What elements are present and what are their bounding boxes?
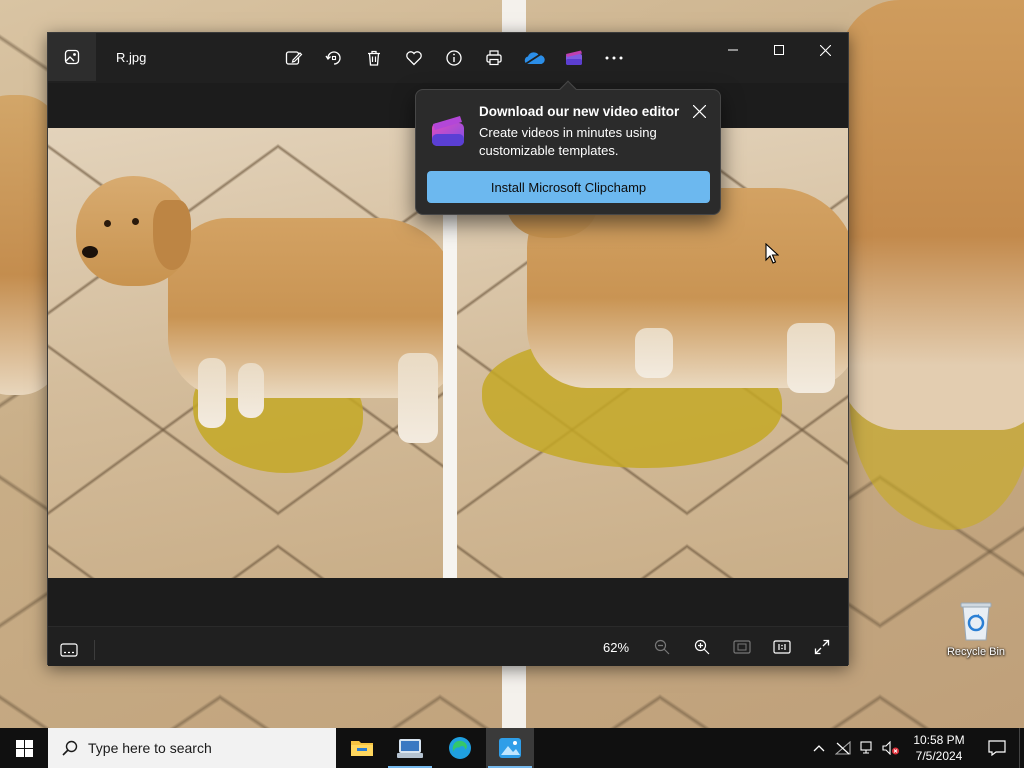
notification-icon: [988, 740, 1006, 756]
clipchamp-teaching-tip: Download our new video editor Create vid…: [415, 80, 721, 215]
onedrive-button[interactable]: [514, 45, 554, 71]
actual-size-button[interactable]: [762, 634, 802, 660]
taskbar-photos[interactable]: [486, 728, 534, 768]
minimize-button[interactable]: [710, 33, 756, 67]
actual-size-icon: [773, 640, 791, 654]
close-icon: [692, 104, 706, 118]
taskbar-file-explorer[interactable]: [338, 728, 386, 768]
action-center-button[interactable]: [975, 728, 1019, 768]
edit-image-icon: [285, 51, 303, 65]
system-tray: 10:58 PM 7/5/2024: [807, 728, 1024, 768]
search-placeholder: Type here to search: [88, 740, 212, 756]
info-button[interactable]: [434, 45, 474, 71]
install-clipchamp-button[interactable]: Install Microsoft Clipchamp: [427, 171, 710, 203]
wallpaper-dog-right: [840, 0, 1024, 430]
tip-close-button[interactable]: [686, 98, 712, 124]
clipchamp-logo-icon: [430, 112, 466, 153]
clipchamp-icon: [566, 50, 582, 65]
onedrive-icon: [524, 52, 545, 65]
status-bar: 62%: [48, 626, 848, 666]
rotate-icon: [325, 51, 341, 65]
status-bar-separator: [94, 640, 95, 660]
full-screen-button[interactable]: [802, 634, 842, 660]
window-controls: [710, 33, 848, 67]
recycle-bin[interactable]: Recycle Bin: [940, 600, 1012, 658]
network-status-button[interactable]: [831, 728, 855, 768]
canvas-bottom-band: [48, 578, 848, 626]
ethernet-button[interactable]: [855, 728, 879, 768]
favorite-button[interactable]: [394, 45, 434, 71]
volume-button[interactable]: [879, 728, 903, 768]
title-bar: R.jpg: [48, 33, 848, 83]
ethernet-icon: [860, 741, 872, 754]
recycle-bin-icon: [958, 600, 994, 642]
zoom-in-button[interactable]: [682, 634, 722, 660]
taskbar-search-box[interactable]: Type here to search: [48, 728, 336, 768]
photos-icon: [499, 738, 521, 758]
tip-title: Download our new video editor: [479, 104, 680, 119]
maximize-icon: [774, 45, 784, 55]
toolbar: [274, 45, 634, 71]
photos-app-button[interactable]: [48, 33, 96, 81]
zoom-level[interactable]: 62%: [596, 640, 636, 655]
close-icon: [819, 44, 831, 56]
start-button[interactable]: [0, 728, 48, 768]
dog-eye-left: [104, 220, 111, 227]
favorite-icon: [406, 51, 422, 66]
zoom-in-icon: [694, 639, 710, 655]
dog-leg-left: [198, 358, 226, 428]
print-button[interactable]: [474, 45, 514, 71]
clock-date: 7/5/2024: [915, 749, 963, 763]
network-icon: [835, 741, 851, 755]
minimize-icon: [728, 49, 738, 51]
dog-eye-left-2: [132, 218, 139, 225]
info-icon: [446, 50, 462, 66]
chevron-up-icon: [813, 745, 825, 752]
print-icon: [486, 50, 502, 66]
pinned-app-icon: [397, 739, 423, 758]
more-button[interactable]: [594, 45, 634, 71]
delete-icon: [368, 50, 380, 66]
tip-body: Create videos in minutes using customiza…: [479, 125, 657, 158]
taskbar-edge[interactable]: [436, 728, 484, 768]
edit-image-button[interactable]: [274, 45, 314, 71]
mouse-cursor-icon: [765, 242, 780, 270]
taskbar-clock[interactable]: 10:58 PM 7/5/2024: [903, 732, 975, 764]
photos-app-icon: [64, 49, 80, 65]
dog-leg-left-2: [238, 363, 264, 418]
show-desktop-button[interactable]: [1019, 728, 1024, 768]
fit-to-window-icon: [733, 640, 751, 654]
maximize-button[interactable]: [756, 33, 802, 67]
dog-leg-right: [635, 328, 673, 378]
file-name: R.jpg: [116, 50, 147, 65]
zoom-out-button[interactable]: [642, 634, 682, 660]
dog-leg-left-3: [398, 353, 438, 443]
zoom-out-icon: [654, 639, 670, 655]
photo-left-panel: [48, 128, 443, 578]
show-hidden-icons-button[interactable]: [807, 728, 831, 768]
file-explorer-icon: [351, 741, 373, 756]
full-screen-icon: [814, 639, 830, 655]
recycle-bin-label: Recycle Bin: [946, 646, 1006, 658]
clock-time: 10:58 PM: [913, 733, 965, 747]
taskbar: Type here to search 10:58 PM 7/5/2024: [0, 728, 1024, 768]
filmstrip-button[interactable]: [58, 637, 80, 663]
dog-nose-left: [82, 246, 98, 258]
volume-muted-icon: [882, 741, 899, 755]
close-button[interactable]: [802, 33, 848, 67]
status-bar-right: 62%: [596, 634, 842, 660]
fit-to-window-button[interactable]: [722, 634, 762, 660]
taskbar-pinned-app[interactable]: [386, 728, 434, 768]
dog-leg-right-2: [787, 323, 835, 393]
dog-ear-left: [153, 200, 191, 270]
edge-icon: [449, 737, 471, 759]
delete-button[interactable]: [354, 45, 394, 71]
search-icon: [62, 740, 78, 756]
rotate-button[interactable]: [314, 45, 354, 71]
more-icon: [605, 56, 623, 60]
filmstrip-icon: [60, 643, 78, 657]
windows-logo-icon: [15, 739, 33, 757]
clipchamp-button[interactable]: [554, 45, 594, 71]
status-bar-left: [58, 637, 95, 663]
